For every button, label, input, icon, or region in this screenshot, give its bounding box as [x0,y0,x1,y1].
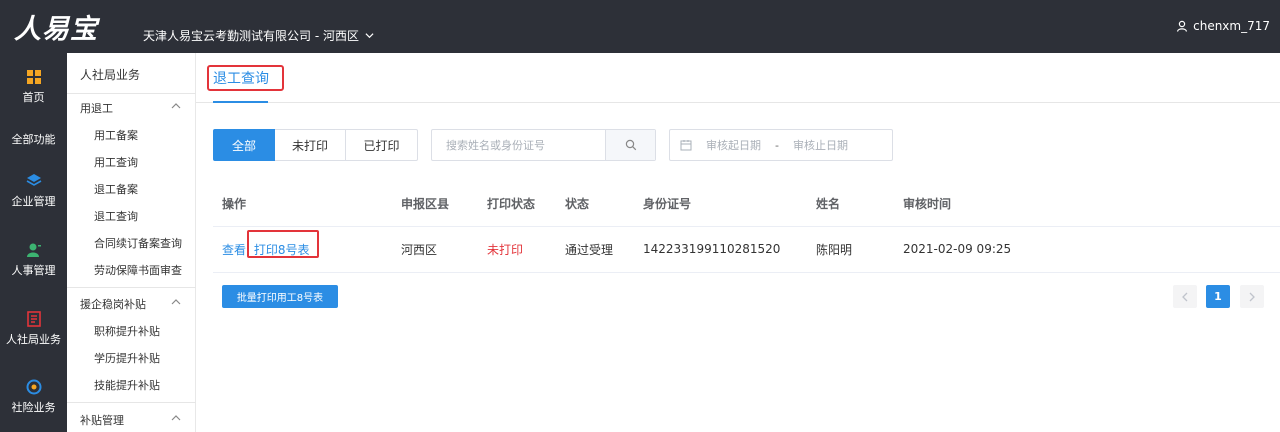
left-nav: 首页 全部功能 企业管理 人事管理 人社局业务 社险业务 [0,53,67,432]
sidebar-group-subsidy-mgmt[interactable]: 补贴管理 [80,412,124,428]
print-form-wrapper: 打印8号表 [246,229,319,258]
end-date-input[interactable]: 审核止日期 [793,137,848,153]
chevron-left-icon [1182,292,1188,301]
shield-icon [26,379,41,395]
date-separator: - [775,138,779,152]
top-bar: 人易宝 天津人易宝云考勤测试有限公司 - 河西区 chenxm_717 [0,0,1280,53]
secondary-sidebar: 人社局业务 用退工 用工备案 用工查询 退工备案 退工查询 合同续订备案查询 劳… [67,53,196,432]
prev-page-button[interactable] [1173,285,1197,308]
person-icon [26,243,41,257]
status-cell: 通过受理 [565,226,643,273]
document-icon [26,311,41,327]
resignation-table: 操作 申报区县 打印状态 状态 身份证号 姓名 审核时间 查看 打印8号表 河西… [213,181,1280,273]
start-date-input[interactable]: 审核起日期 [706,137,761,153]
sidebar-item-employment-query[interactable]: 用工查询 [94,154,138,170]
tab-underline [213,101,268,103]
search-button[interactable] [605,130,655,160]
column-header: 打印状态 [487,181,565,227]
username: chenxm_717 [1193,19,1270,33]
column-header: 操作 [213,181,401,227]
chevron-up-icon[interactable] [171,101,181,111]
next-page-button[interactable] [1240,285,1264,308]
district-cell: 河西区 [401,226,487,273]
review-time-cell: 2021-02-09 09:25 [903,226,1280,273]
sidebar-item-resignation-filing[interactable]: 退工备案 [94,181,138,197]
nav-hr[interactable]: 人事管理 [0,242,67,278]
name-cell: 陈阳明 [816,226,903,273]
home-grid-icon [26,70,41,84]
calendar-icon [680,140,692,151]
nav-all-functions[interactable]: 全部功能 [0,131,67,147]
search-icon [625,139,636,151]
table-row: 查看 打印8号表 河西区 未打印 通过受理 142233199110281520… [213,226,1280,273]
filter-all-button[interactable]: 全部 [213,129,275,161]
filter-printed-button[interactable]: 已打印 [346,129,418,161]
chevron-up-icon[interactable] [171,413,181,423]
highlight-box [246,229,319,258]
divider [67,402,196,403]
tab-resignation-query[interactable]: 退工查询 [213,68,269,88]
sidebar-item-employment-filing[interactable]: 用工备案 [94,127,138,143]
app-logo[interactable]: 人易宝 [14,8,98,45]
nav-enterprise[interactable]: 企业管理 [0,173,67,209]
nav-social-insurance-label: 社险业务 [11,401,56,414]
print-status-cell: 未打印 [487,226,565,273]
nav-home[interactable]: 首页 [0,69,67,105]
column-header: 状态 [565,181,643,227]
sidebar-item-resignation-query[interactable]: 退工查询 [94,208,138,224]
nav-social-bureau-label: 人社局业务 [6,333,61,346]
sidebar-group-employment[interactable]: 用退工 [80,100,113,116]
view-link[interactable]: 查看 [222,243,246,257]
chevron-down-icon [365,33,374,39]
divider [67,93,196,94]
sidebar-item-education-subsidy[interactable]: 学历提升补贴 [94,350,160,366]
nav-all-functions-label: 全部功能 [11,133,56,146]
column-header: 身份证号 [643,181,816,227]
user-icon [1177,20,1188,32]
chevron-right-icon [1249,292,1255,301]
nav-enterprise-label: 企业管理 [11,195,56,208]
page-number-current[interactable]: 1 [1206,285,1230,308]
company-name: 天津人易宝云考勤测试有限公司 - 河西区 [143,29,359,43]
print-filter-group: 全部 未打印 已打印 [213,129,418,161]
nav-home-label: 首页 [22,91,45,104]
tab-bar: 退工查询 [196,53,1280,103]
search-input[interactable] [432,130,605,160]
sidebar-item-skill-subsidy[interactable]: 技能提升补贴 [94,377,160,393]
company-selector[interactable]: 天津人易宝云考勤测试有限公司 - 河西区 [143,27,374,44]
sidebar-item-labor-review[interactable]: 劳动保障书面审查 [94,262,182,278]
nav-social-bureau[interactable]: 人社局业务 [0,311,67,347]
nav-hr-label: 人事管理 [11,264,56,277]
user-menu[interactable]: chenxm_717 [1176,19,1270,33]
layers-icon [26,174,41,186]
column-header: 姓名 [816,181,903,227]
sidebar-title: 人社局业务 [80,68,141,82]
actions-cell: 查看 打印8号表 [213,226,401,273]
nav-social-insurance[interactable]: 社险业务 [0,379,67,415]
id-number-cell: 142233199110281520 [643,226,816,273]
column-header: 审核时间 [903,181,1280,227]
filter-unprinted-button[interactable]: 未打印 [275,129,346,161]
review-date-range[interactable]: 审核起日期 - 审核止日期 [669,129,893,161]
chevron-up-icon[interactable] [171,297,181,307]
sidebar-item-title-subsidy[interactable]: 职称提升补贴 [94,323,160,339]
divider [67,287,196,288]
table-header-row: 操作 申报区县 打印状态 状态 身份证号 姓名 审核时间 [213,181,1280,227]
main-content: 退工查询 全部 未打印 已打印 审核起日期 - 审核止日期 操作 申报区县 打印… [196,53,1280,432]
column-header: 申报区县 [401,181,487,227]
sidebar-item-contract-renewal[interactable]: 合同续订备案查询 [94,235,182,251]
search-box [431,129,656,161]
pagination: 1 [196,285,1280,308]
sidebar-group-subsidy[interactable]: 援企稳岗补贴 [80,296,146,312]
